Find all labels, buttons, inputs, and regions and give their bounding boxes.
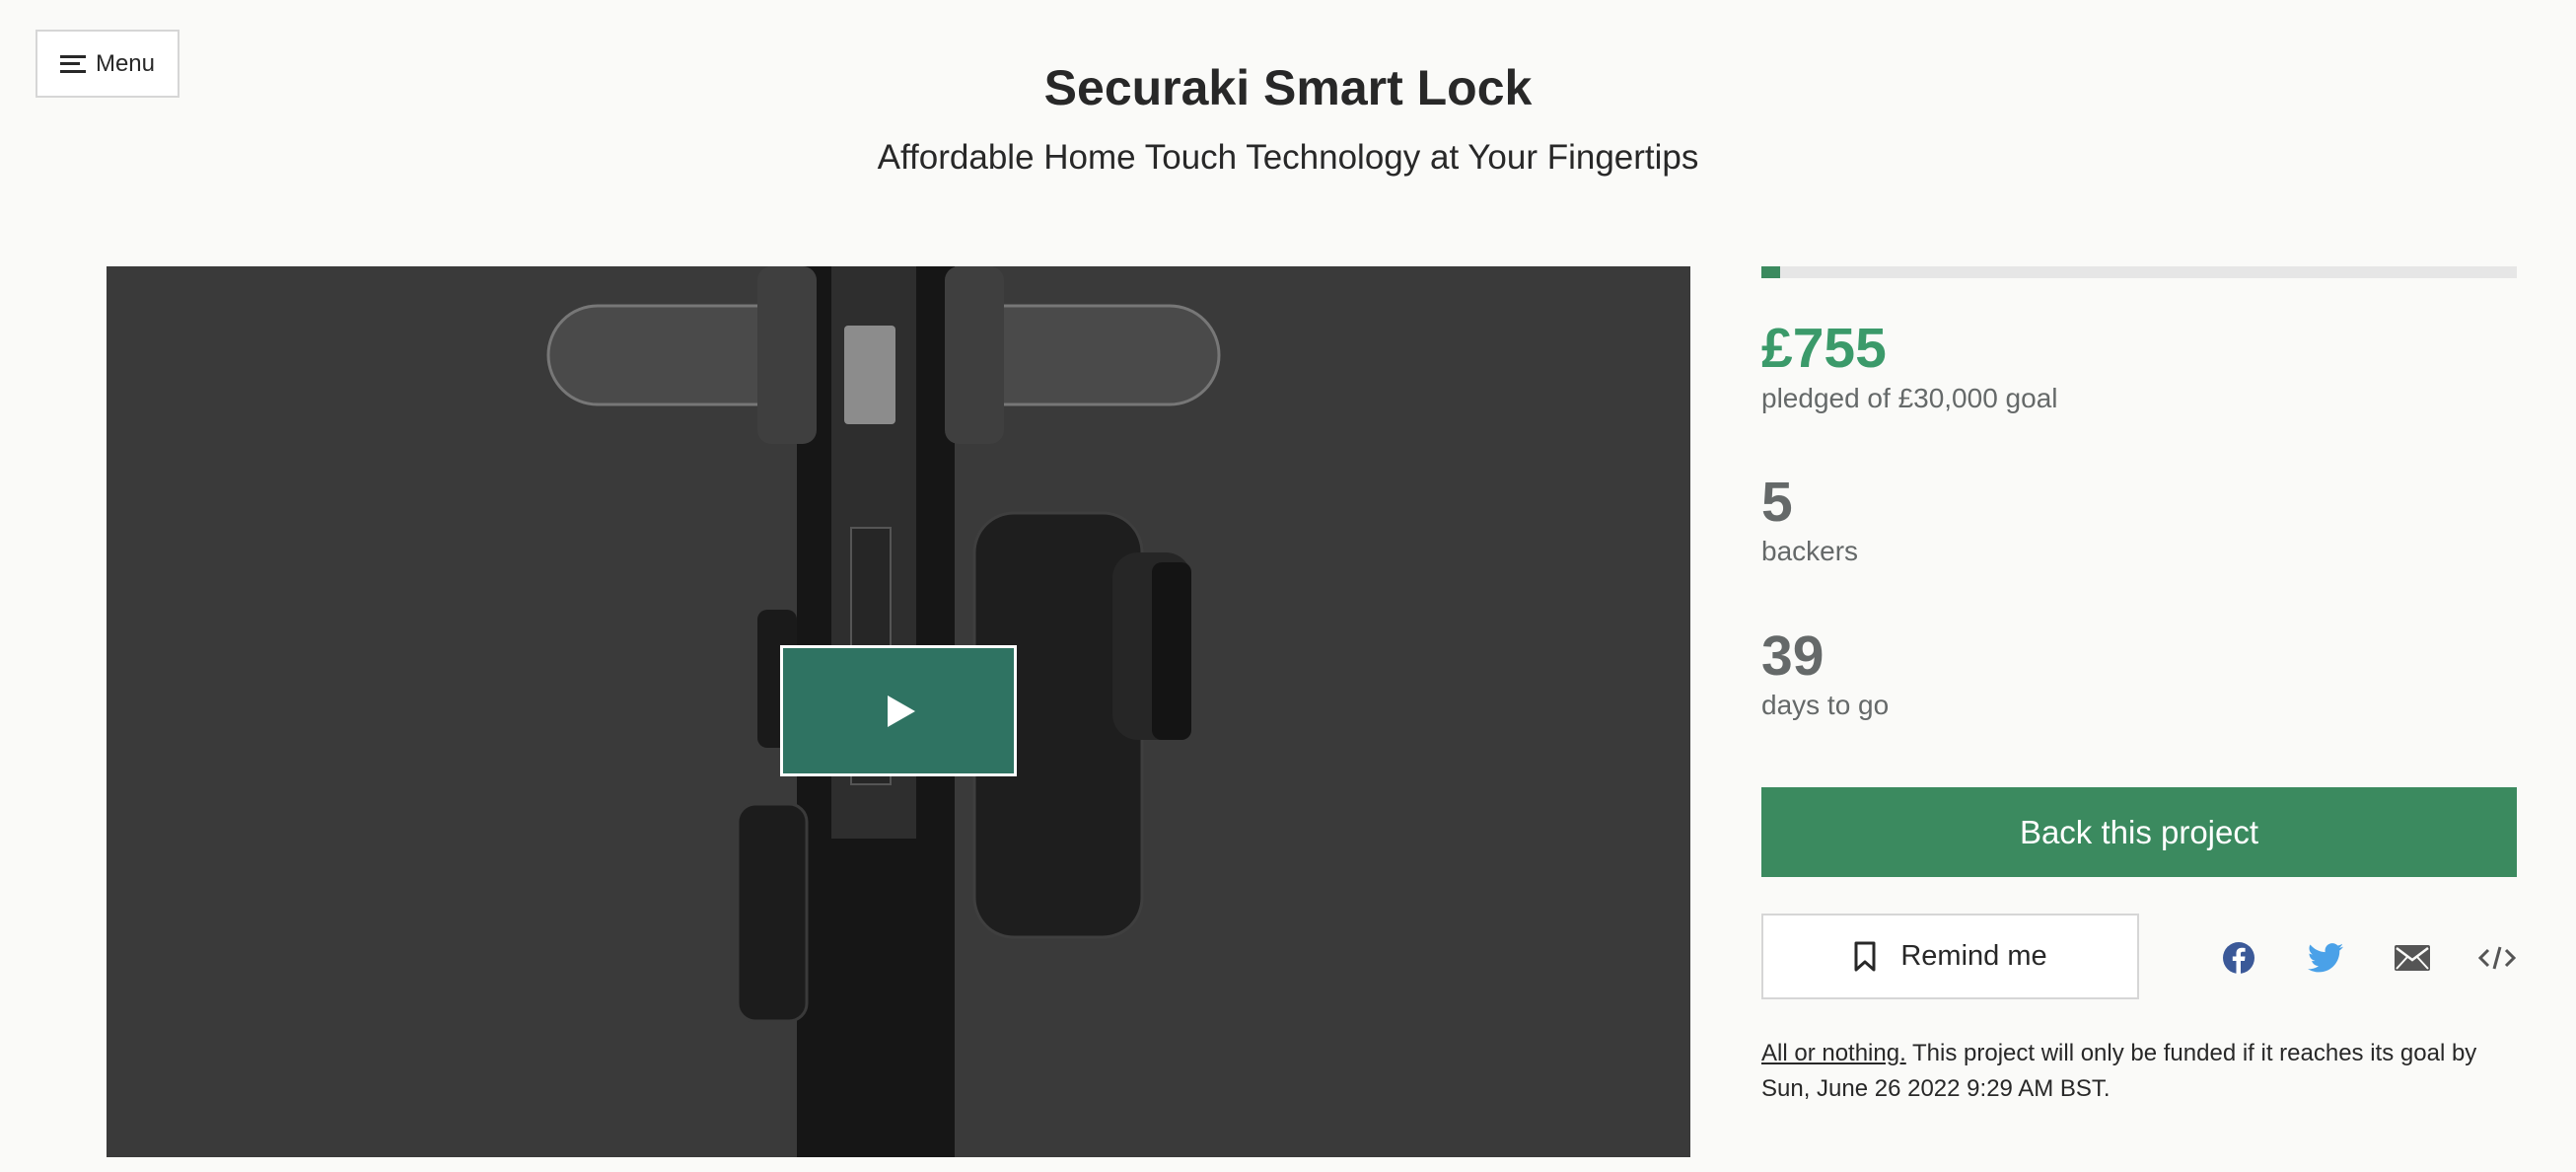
all-or-nothing-link[interactable]: All or nothing. [1761, 1040, 1906, 1066]
backers-label: backers [1761, 536, 1859, 566]
funding-note: All or nothing. This project will only b… [1761, 1036, 2517, 1107]
twitter-icon [2308, 943, 2343, 973]
email-icon [2395, 945, 2430, 971]
remind-me-label: Remind me [1900, 940, 2047, 972]
embed-icon [2477, 946, 2517, 970]
days-to-go-label: days to go [1761, 690, 1890, 720]
days-to-go-count: 39 [1761, 624, 1825, 688]
backers-count: 5 [1761, 471, 1793, 534]
back-project-button[interactable]: Back this project [1761, 787, 2517, 877]
project-video[interactable] [107, 266, 1690, 1157]
funding-progress-bar [1761, 266, 2517, 278]
play-icon [888, 695, 915, 727]
facebook-share-button[interactable] [2219, 938, 2258, 978]
embed-share-button[interactable] [2477, 938, 2517, 978]
project-title: Securaki Smart Lock [1043, 60, 1533, 115]
email-share-button[interactable] [2393, 938, 2432, 978]
play-button[interactable] [780, 645, 1017, 776]
facebook-icon [2223, 942, 2254, 974]
pledged-goal-label: pledged of £30,000 goal [1761, 383, 2058, 413]
project-subtitle: Affordable Home Touch Technology at Your… [877, 138, 1699, 177]
pledged-amount: £755 [1761, 317, 1887, 380]
twitter-share-button[interactable] [2306, 938, 2345, 978]
bookmark-icon [1854, 941, 1876, 971]
funding-progress-fill [1761, 266, 1781, 278]
remind-me-button[interactable]: Remind me [1761, 914, 2139, 999]
